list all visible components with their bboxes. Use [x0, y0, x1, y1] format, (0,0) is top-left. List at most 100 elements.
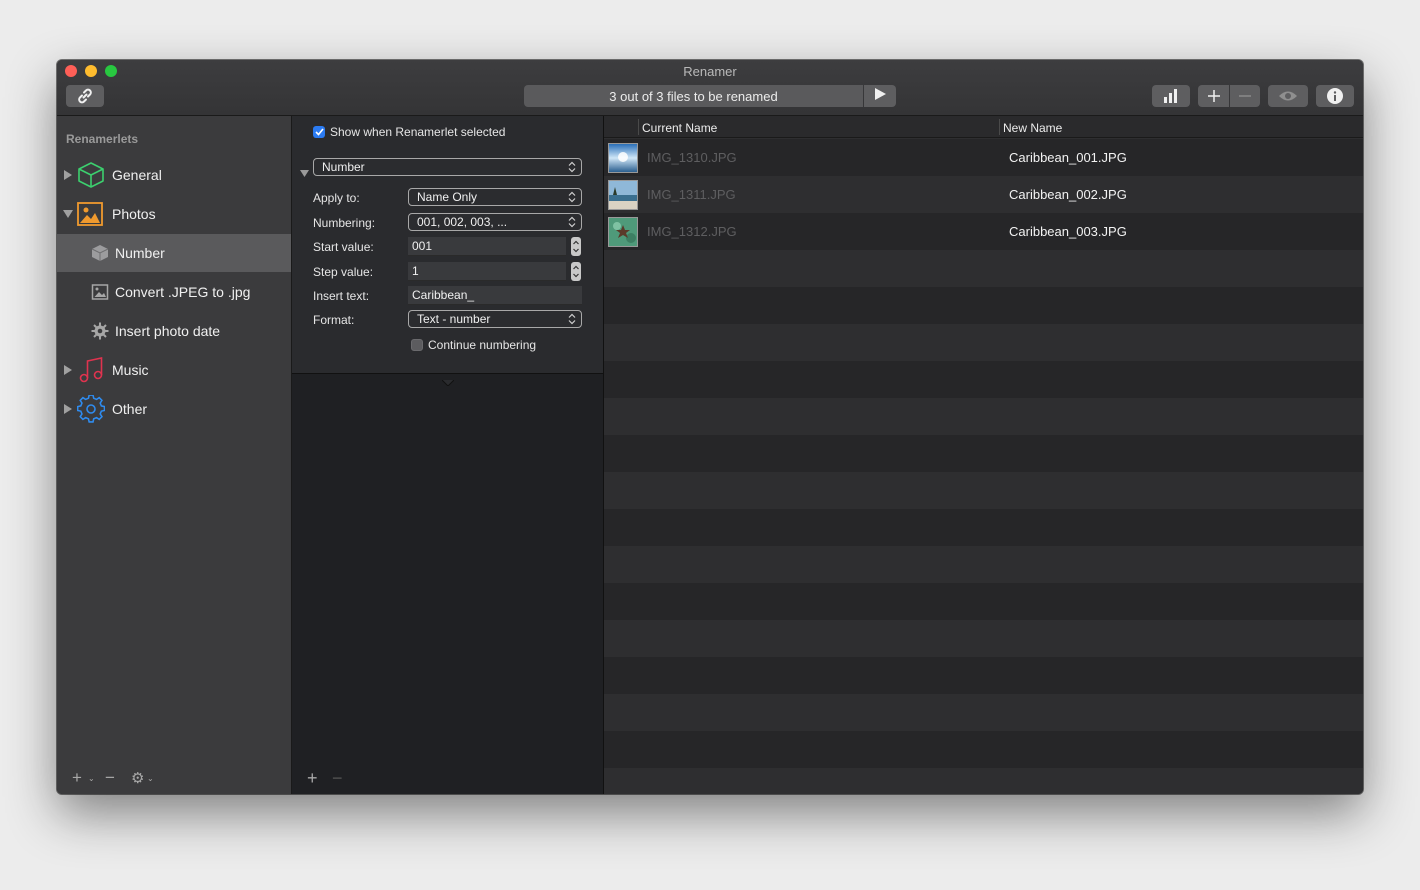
sidebar-item-music[interactable]: Music [57, 351, 291, 389]
step-value-stepper[interactable] [571, 262, 581, 281]
remove-step-button[interactable]: − [332, 768, 343, 789]
disclosure-triangle-icon[interactable] [300, 164, 309, 182]
editor-footer: + − [292, 762, 603, 794]
link-button[interactable] [66, 85, 104, 107]
up-down-arrows-icon [568, 161, 576, 173]
info-icon [1327, 88, 1343, 104]
column-divider[interactable] [999, 119, 1000, 135]
sidebar-item-label: Music [112, 362, 149, 378]
format-label: Format: [313, 313, 355, 327]
sidebar-item-other[interactable]: Other [57, 390, 291, 428]
rename-play-button[interactable] [864, 85, 896, 107]
file-row[interactable]: IMG_1310.JPG Caribbean_001.JPG [604, 139, 1363, 176]
format-popup[interactable]: Text - number [408, 310, 582, 328]
sidebar-item-number[interactable]: Number [57, 234, 291, 272]
photo-thumbnail [608, 180, 638, 210]
new-name: Caribbean_001.JPG [1009, 150, 1127, 165]
empty-row [604, 509, 1363, 546]
empty-row [604, 435, 1363, 472]
insert-text-label: Insert text: [313, 289, 370, 303]
numbering-label: Numbering: [313, 216, 376, 230]
renamer-window: Renamer 3 out of 3 files to be renamed R… [57, 60, 1363, 794]
rename-status: 3 out of 3 files to be renamed [524, 85, 863, 107]
empty-row [604, 472, 1363, 509]
current-name: IMG_1310.JPG [647, 150, 737, 165]
gear-icon [91, 322, 109, 340]
add-renamerlet-button[interactable]: + [72, 768, 82, 788]
number-settings-panel: Show when Renamerlet selected Number App… [292, 116, 603, 374]
disclosure-triangle-icon[interactable] [63, 209, 73, 219]
toolbar: Renamer 3 out of 3 files to be renamed [57, 60, 1363, 116]
start-value-stepper[interactable] [571, 237, 581, 256]
step-value-label: Step value: [313, 265, 374, 279]
sidebar-item-convert-jpeg[interactable]: Convert .JPEG to .jpg [57, 273, 291, 311]
info-button[interactable] [1316, 85, 1354, 107]
minus-icon [1239, 90, 1251, 102]
statistics-button[interactable] [1152, 85, 1190, 107]
box-icon [91, 244, 109, 262]
numbering-value: 001, 002, 003, ... [417, 215, 508, 229]
sidebar-item-label: General [112, 167, 162, 183]
chevron-down-icon[interactable]: ⌄ [147, 774, 154, 783]
empty-row [604, 324, 1363, 361]
add-step-button[interactable]: + [307, 768, 318, 789]
sidebar-item-label: Insert photo date [115, 323, 221, 339]
sidebar-item-general[interactable]: General [57, 156, 291, 194]
empty-row [604, 731, 1363, 768]
empty-row [604, 546, 1363, 583]
column-header-current-name[interactable]: Current Name [642, 121, 717, 135]
empty-row [604, 583, 1363, 620]
empty-row [604, 620, 1363, 657]
sidebar-item-label: Convert .JPEG to .jpg [115, 284, 251, 300]
up-down-arrows-icon [568, 191, 576, 203]
apply-to-popup[interactable]: Name Only [408, 188, 582, 206]
renamerlet-type-value: Number [322, 160, 365, 174]
remove-renamerlet-button[interactable]: − [105, 768, 115, 788]
music-note-icon [77, 356, 105, 384]
numbering-popup[interactable]: 001, 002, 003, ... [408, 213, 582, 231]
preview-button[interactable] [1268, 85, 1308, 107]
gear-icon [77, 395, 105, 423]
continue-numbering-checkbox[interactable] [411, 339, 423, 351]
eye-icon [1278, 90, 1298, 102]
link-icon [76, 87, 94, 105]
disclosure-triangle-icon[interactable] [63, 365, 73, 375]
chevron-down-icon[interactable]: ⌄ [88, 774, 95, 783]
file-row[interactable]: IMG_1311.JPG Caribbean_002.JPG [604, 176, 1363, 213]
file-row[interactable]: IMG_1312.JPG Caribbean_003.JPG [604, 213, 1363, 250]
empty-row [604, 657, 1363, 694]
empty-row [604, 361, 1363, 398]
play-icon [874, 87, 886, 105]
photo-thumbnail [608, 217, 638, 247]
empty-row [604, 250, 1363, 287]
photo-icon [77, 202, 103, 226]
add-files-button[interactable] [1198, 85, 1229, 107]
disclosure-triangle-icon[interactable] [63, 170, 73, 180]
sidebar-item-label: Photos [112, 206, 156, 222]
step-value-field[interactable]: 1 [408, 262, 566, 281]
current-name: IMG_1311.JPG [647, 187, 736, 202]
renamerlets-sidebar: Renamerlets General Photos Number Conver… [57, 116, 292, 794]
sidebar-item-insert-photo-date[interactable]: Insert photo date [57, 312, 291, 350]
empty-row [604, 287, 1363, 324]
apply-to-value: Name Only [417, 190, 478, 204]
photo-thumbnail [608, 143, 638, 173]
column-divider[interactable] [638, 119, 639, 135]
sidebar-item-label: Number [115, 245, 165, 261]
remove-files-button[interactable] [1230, 85, 1260, 107]
disclosure-triangle-icon[interactable] [63, 404, 73, 414]
continue-numbering-label: Continue numbering [428, 338, 537, 352]
show-when-selected-checkbox[interactable] [313, 126, 325, 138]
start-value-field[interactable]: 001 [408, 237, 566, 256]
current-name: IMG_1312.JPG [647, 224, 737, 239]
window-title: Renamer [683, 64, 737, 79]
column-header-new-name[interactable]: New Name [1003, 121, 1062, 135]
new-name: Caribbean_002.JPG [1009, 187, 1127, 202]
renamerlet-type-popup[interactable]: Number [313, 158, 582, 176]
sidebar-heading: Renamerlets [66, 132, 139, 146]
sidebar-item-photos[interactable]: Photos [57, 195, 291, 233]
insert-text-field[interactable]: Caribbean_ [408, 286, 582, 305]
empty-row [604, 694, 1363, 731]
action-gear-button[interactable]: ⚙ [131, 769, 144, 787]
renamerlet-editor: Show when Renamerlet selected Number App… [292, 116, 604, 794]
